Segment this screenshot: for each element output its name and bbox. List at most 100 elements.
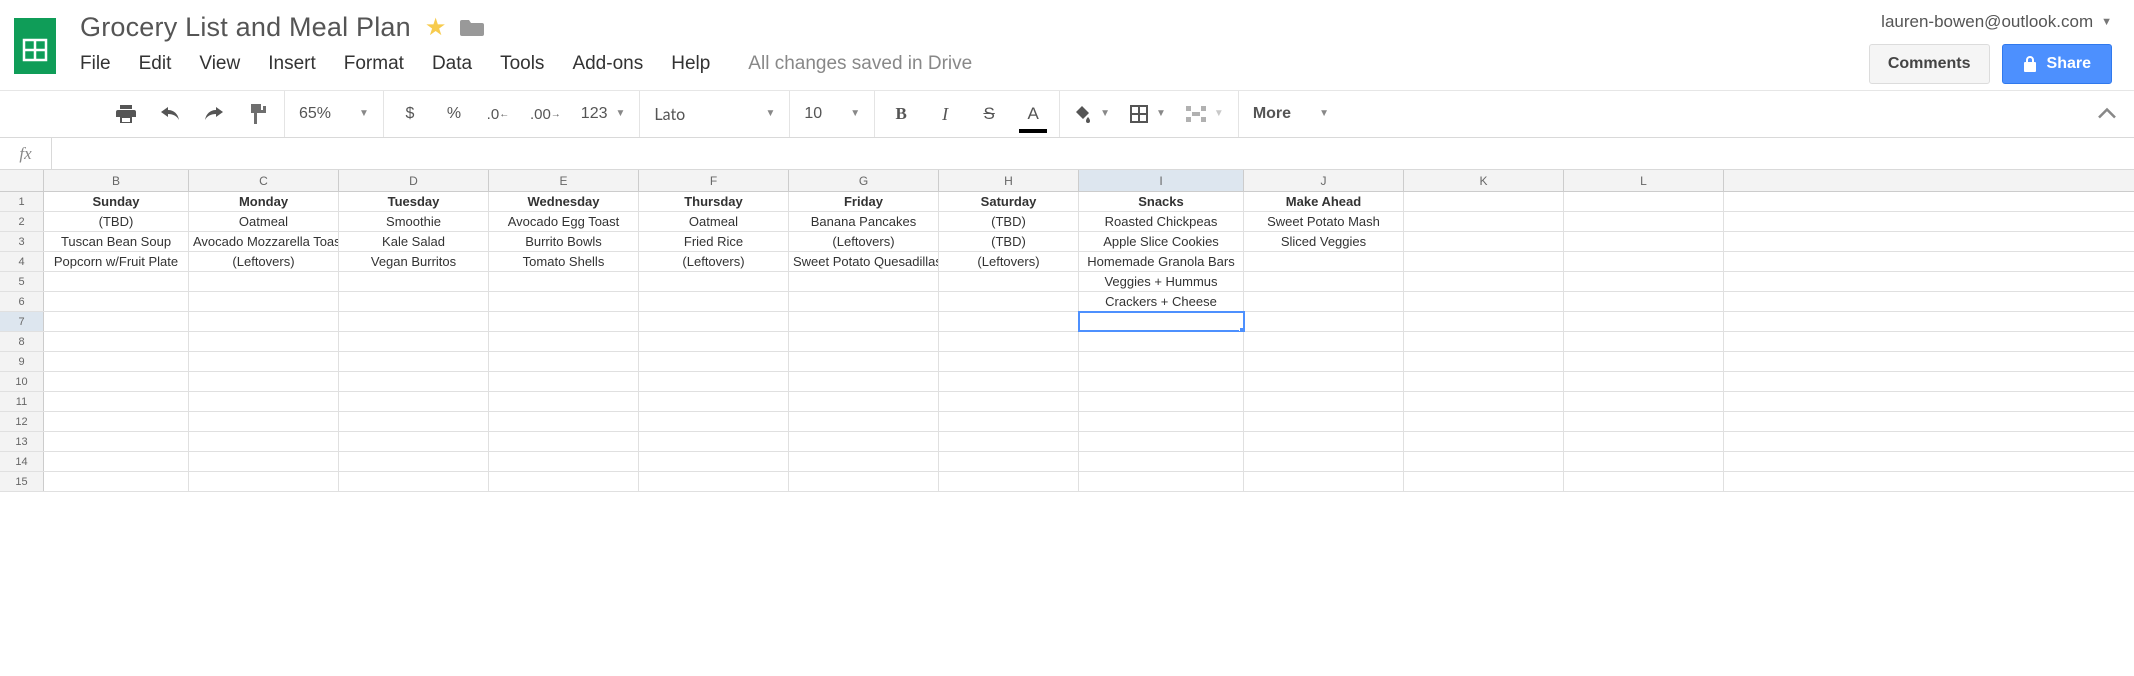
cell-G14[interactable] xyxy=(789,452,939,471)
cell-B8[interactable] xyxy=(44,332,189,351)
cell-B4[interactable]: Popcorn w/Fruit Plate xyxy=(44,252,189,271)
cell-I4[interactable]: Homemade Granola Bars xyxy=(1079,252,1244,271)
menu-addons[interactable]: Add-ons xyxy=(572,53,643,75)
cell-H15[interactable] xyxy=(939,472,1079,491)
cell-E2[interactable]: Avocado Egg Toast xyxy=(489,212,639,231)
cell-L14[interactable] xyxy=(1564,452,1724,471)
cell-F3[interactable]: Fried Rice xyxy=(639,232,789,251)
paint-format-icon[interactable] xyxy=(246,100,270,128)
cell-E7[interactable] xyxy=(489,312,639,331)
cell-H9[interactable] xyxy=(939,352,1079,371)
cell-L9[interactable] xyxy=(1564,352,1724,371)
cell-E5[interactable] xyxy=(489,272,639,291)
menu-help[interactable]: Help xyxy=(671,53,710,75)
menu-data[interactable]: Data xyxy=(432,53,472,75)
cell-E4[interactable]: Tomato Shells xyxy=(489,252,639,271)
cell-K11[interactable] xyxy=(1404,392,1564,411)
cell-K9[interactable] xyxy=(1404,352,1564,371)
formula-input[interactable] xyxy=(52,138,2134,169)
cell-L13[interactable] xyxy=(1564,432,1724,451)
cell-D12[interactable] xyxy=(339,412,489,431)
cell-B6[interactable] xyxy=(44,292,189,311)
column-header-J[interactable]: J xyxy=(1244,170,1404,191)
cell-F8[interactable] xyxy=(639,332,789,351)
cell-B10[interactable] xyxy=(44,372,189,391)
cell-L11[interactable] xyxy=(1564,392,1724,411)
cell-F9[interactable] xyxy=(639,352,789,371)
cell-C1[interactable]: Monday xyxy=(189,192,339,211)
cell-F10[interactable] xyxy=(639,372,789,391)
cell-C4[interactable]: (Leftovers) xyxy=(189,252,339,271)
merge-cells-button[interactable]: ▼ xyxy=(1186,100,1224,128)
cell-L5[interactable] xyxy=(1564,272,1724,291)
cell-E15[interactable] xyxy=(489,472,639,491)
cell-I8[interactable] xyxy=(1079,332,1244,351)
cell-E9[interactable] xyxy=(489,352,639,371)
cell-I3[interactable]: Apple Slice Cookies xyxy=(1079,232,1244,251)
row-header-7[interactable]: 7 xyxy=(0,312,44,331)
row-header-11[interactable]: 11 xyxy=(0,392,44,411)
cell-D5[interactable] xyxy=(339,272,489,291)
borders-button[interactable]: ▼ xyxy=(1130,100,1166,128)
cell-I11[interactable] xyxy=(1079,392,1244,411)
cell-D13[interactable] xyxy=(339,432,489,451)
cell-I15[interactable] xyxy=(1079,472,1244,491)
column-header-K[interactable]: K xyxy=(1404,170,1564,191)
cell-D11[interactable] xyxy=(339,392,489,411)
row-header-8[interactable]: 8 xyxy=(0,332,44,351)
cell-J3[interactable]: Sliced Veggies xyxy=(1244,232,1404,251)
column-header-E[interactable]: E xyxy=(489,170,639,191)
cell-I6[interactable]: Crackers + Cheese xyxy=(1079,292,1244,311)
cell-C14[interactable] xyxy=(189,452,339,471)
cell-K14[interactable] xyxy=(1404,452,1564,471)
cell-I13[interactable] xyxy=(1079,432,1244,451)
cell-B5[interactable] xyxy=(44,272,189,291)
row-header-14[interactable]: 14 xyxy=(0,452,44,471)
cell-H7[interactable] xyxy=(939,312,1079,331)
account-menu[interactable]: lauren-bowen@outlook.com ▼ xyxy=(1881,12,2112,32)
cell-J5[interactable] xyxy=(1244,272,1404,291)
cell-G7[interactable] xyxy=(789,312,939,331)
cell-E12[interactable] xyxy=(489,412,639,431)
cell-I9[interactable] xyxy=(1079,352,1244,371)
cell-J7[interactable] xyxy=(1244,312,1404,331)
cell-C8[interactable] xyxy=(189,332,339,351)
cell-I14[interactable] xyxy=(1079,452,1244,471)
cell-G6[interactable] xyxy=(789,292,939,311)
cell-H8[interactable] xyxy=(939,332,1079,351)
text-color-button[interactable]: A xyxy=(1021,100,1045,128)
cell-G8[interactable] xyxy=(789,332,939,351)
column-header-G[interactable]: G xyxy=(789,170,939,191)
undo-icon[interactable] xyxy=(158,100,182,128)
cell-L6[interactable] xyxy=(1564,292,1724,311)
cell-J14[interactable] xyxy=(1244,452,1404,471)
select-all-corner[interactable] xyxy=(0,170,44,191)
cell-C2[interactable]: Oatmeal xyxy=(189,212,339,231)
cell-E1[interactable]: Wednesday xyxy=(489,192,639,211)
cell-E14[interactable] xyxy=(489,452,639,471)
cell-J15[interactable] xyxy=(1244,472,1404,491)
cell-H13[interactable] xyxy=(939,432,1079,451)
cell-B12[interactable] xyxy=(44,412,189,431)
cell-C7[interactable] xyxy=(189,312,339,331)
column-header-B[interactable]: B xyxy=(44,170,189,191)
italic-button[interactable]: I xyxy=(933,100,957,128)
cell-L3[interactable] xyxy=(1564,232,1724,251)
cell-D10[interactable] xyxy=(339,372,489,391)
format-percent-button[interactable]: % xyxy=(442,100,466,128)
cell-K6[interactable] xyxy=(1404,292,1564,311)
cell-J11[interactable] xyxy=(1244,392,1404,411)
cell-G2[interactable]: Banana Pancakes xyxy=(789,212,939,231)
cell-G10[interactable] xyxy=(789,372,939,391)
cell-E13[interactable] xyxy=(489,432,639,451)
cell-K10[interactable] xyxy=(1404,372,1564,391)
row-header-9[interactable]: 9 xyxy=(0,352,44,371)
cell-L10[interactable] xyxy=(1564,372,1724,391)
cell-H2[interactable]: (TBD) xyxy=(939,212,1079,231)
cell-J10[interactable] xyxy=(1244,372,1404,391)
column-header-L[interactable]: L xyxy=(1564,170,1724,191)
cell-C6[interactable] xyxy=(189,292,339,311)
cell-H14[interactable] xyxy=(939,452,1079,471)
cell-C10[interactable] xyxy=(189,372,339,391)
cell-G13[interactable] xyxy=(789,432,939,451)
